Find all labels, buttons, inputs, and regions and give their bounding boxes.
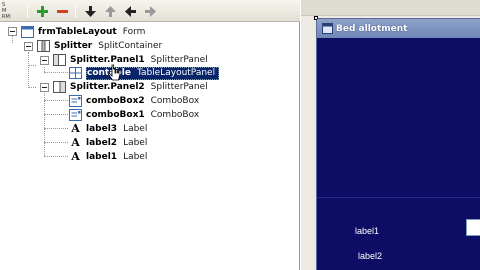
form-window-icon bbox=[321, 23, 333, 35]
tree-node-label2[interactable]: A label2 Label bbox=[69, 136, 147, 150]
move-left-icon bbox=[124, 5, 136, 17]
tree-connector bbox=[44, 142, 68, 143]
form-label-1[interactable]: label1 bbox=[355, 226, 379, 236]
combobox-icon bbox=[69, 109, 82, 121]
tree-connector bbox=[44, 100, 68, 101]
splitcontainer-icon bbox=[37, 40, 50, 52]
label-icon: A bbox=[71, 150, 80, 163]
outline-tree: frmTableLayout Form Splitter SplitContai… bbox=[0, 22, 300, 270]
move-up-button[interactable] bbox=[103, 4, 117, 18]
node-type: Label bbox=[123, 138, 148, 148]
node-name: frmTableLayout bbox=[38, 27, 117, 37]
node-name: Splitter bbox=[54, 41, 93, 51]
splitterpanel-icon bbox=[53, 54, 66, 66]
tree-node-combobox2[interactable]: comboBox2 ComboBox bbox=[69, 94, 199, 108]
node-type: SplitContainer bbox=[98, 41, 163, 51]
node-type: SplitterPanel bbox=[150, 55, 208, 65]
tree-node-splitter-panel2[interactable]: Splitter.Panel2 SplitterPanel bbox=[53, 80, 208, 94]
node-type: Label bbox=[123, 124, 148, 134]
form-label-2[interactable]: label2 bbox=[358, 251, 382, 261]
document-outline-panel: S M RM: frmTableLayout Form Splitter Spl… bbox=[0, 0, 300, 270]
outline-toolbar: S M RM: bbox=[0, 0, 300, 22]
node-name: label3 bbox=[86, 124, 118, 134]
move-up-icon bbox=[104, 5, 116, 17]
tree-node-label3[interactable]: A label3 Label bbox=[69, 122, 147, 136]
move-down-button[interactable] bbox=[83, 4, 97, 18]
add-icon bbox=[36, 5, 48, 17]
tree-node-splitter[interactable]: Splitter SplitContainer bbox=[37, 39, 162, 53]
tree-connector bbox=[28, 52, 29, 88]
node-name: contable bbox=[87, 68, 131, 78]
label-icon: A bbox=[71, 122, 80, 135]
node-type: ComboBox bbox=[150, 96, 200, 106]
move-down-icon bbox=[84, 5, 96, 17]
designer-tab-strip bbox=[301, 0, 480, 16]
toolbar-separator bbox=[27, 4, 28, 18]
tree-node-label1[interactable]: A label1 Label bbox=[69, 150, 147, 164]
combobox-icon bbox=[69, 95, 82, 107]
node-name: label1 bbox=[86, 152, 118, 162]
tree-node-conttable[interactable]: contable TableLayoutPanel bbox=[69, 66, 220, 80]
splitter-divider[interactable] bbox=[317, 197, 480, 198]
form-textbox[interactable] bbox=[466, 219, 480, 236]
delete-button[interactable] bbox=[55, 4, 69, 18]
collapse-toggle[interactable] bbox=[40, 83, 49, 92]
tree-connector bbox=[28, 65, 36, 66]
node-name: comboBox2 bbox=[86, 96, 145, 106]
move-right-button[interactable] bbox=[143, 4, 157, 18]
node-name: Splitter.Panel2 bbox=[70, 82, 145, 92]
toolbar-truncated-label: S M RM: bbox=[2, 2, 22, 20]
label-icon: A bbox=[71, 136, 80, 149]
tree-node-frmtablelayout[interactable]: frmTableLayout Form bbox=[21, 25, 145, 39]
tree-connector bbox=[28, 87, 36, 88]
tablelayoutpanel-icon bbox=[69, 67, 82, 79]
node-type: SplitterPanel bbox=[150, 82, 208, 92]
move-right-icon bbox=[144, 5, 156, 17]
tree-node-combobox1[interactable]: comboBox1 ComboBox bbox=[69, 108, 199, 122]
node-name: comboBox1 bbox=[86, 110, 145, 120]
node-name: label2 bbox=[86, 138, 118, 148]
node-type: TableLayoutPanel bbox=[136, 68, 216, 78]
collapse-toggle[interactable] bbox=[8, 27, 17, 36]
tree-connector bbox=[44, 114, 68, 115]
toolbar-separator bbox=[75, 4, 76, 18]
tree-connector bbox=[44, 72, 68, 73]
collapse-toggle[interactable] bbox=[24, 42, 33, 51]
delete-icon bbox=[56, 9, 68, 13]
form-icon bbox=[21, 26, 34, 38]
form-titlebar: Bed allotment bbox=[317, 19, 480, 38]
designed-form[interactable]: Bed allotment label1 label2 bbox=[314, 16, 480, 270]
node-type: ComboBox bbox=[150, 110, 200, 120]
tree-connector bbox=[44, 128, 68, 129]
tree-node-splitter-panel1[interactable]: Splitter.Panel1 SplitterPanel bbox=[53, 53, 208, 67]
form-title: Bed allotment bbox=[336, 23, 408, 34]
collapse-toggle[interactable] bbox=[40, 56, 49, 65]
move-left-button[interactable] bbox=[123, 4, 137, 18]
node-type: Form bbox=[122, 27, 146, 37]
splitterpanel-icon bbox=[53, 81, 66, 93]
node-type: Label bbox=[123, 152, 148, 162]
tree-connector bbox=[12, 36, 13, 43]
add-button[interactable] bbox=[35, 4, 49, 18]
toolbar-truncated-line-3: RM: bbox=[2, 14, 12, 20]
node-name: Splitter.Panel1 bbox=[70, 55, 145, 65]
designer-surface: Bed allotment label1 label2 bbox=[301, 0, 480, 270]
selected-node-text: contable TableLayoutPanel bbox=[86, 66, 220, 80]
tree-connector bbox=[44, 156, 68, 157]
